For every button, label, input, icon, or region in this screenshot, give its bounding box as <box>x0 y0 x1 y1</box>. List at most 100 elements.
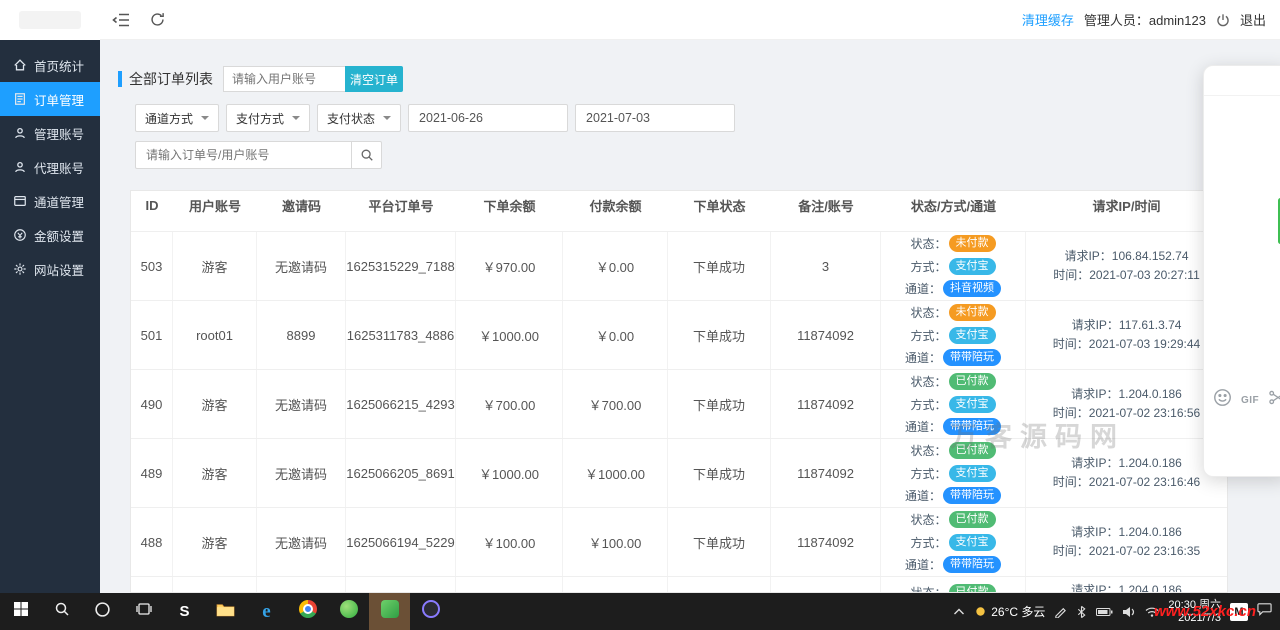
cell-order-amount <box>456 577 563 592</box>
sidebar-item-agent-accounts[interactable]: 代理账号 <box>0 150 100 184</box>
status-badge: 未付款 <box>948 303 996 321</box>
cell-paid-amount: ￥0.00 <box>563 232 668 300</box>
sidebar-item-site-settings[interactable]: 网站设置 <box>0 252 100 286</box>
taskbar-app-edge[interactable]: e <box>246 593 287 630</box>
pay-status-select[interactable]: 支付状态 <box>317 104 402 132</box>
status-badge: 已付款 <box>948 584 996 592</box>
date-end-input[interactable] <box>575 104 736 132</box>
windows-start-icon <box>13 601 29 622</box>
status-badge: 未付款 <box>948 234 996 252</box>
cell-paid-amount: ￥0.00 <box>563 301 668 369</box>
chat-toolbar: GIF <box>1204 388 1280 412</box>
cell-order-amount: ￥100.00 <box>456 508 563 576</box>
notification-center-icon[interactable] <box>1257 602 1272 621</box>
search-button[interactable] <box>352 141 382 169</box>
stylus-icon[interactable] <box>1054 605 1067 618</box>
money-icon <box>13 228 27 242</box>
cell-invite-code: 无邀请码 <box>257 232 346 300</box>
method-badge: 支付宝 <box>948 533 996 551</box>
taskbar-app-app-dark[interactable] <box>410 593 451 630</box>
taskbar-app-chrome[interactable] <box>287 593 328 630</box>
search-icon <box>361 149 373 161</box>
cell-ip-time: 请求IP：1.204.0.186 时间：2021-07-02 23:16:56 <box>1052 387 1201 420</box>
user-icon <box>13 160 27 174</box>
cell-invite-code: 无邀请码 <box>257 439 346 507</box>
taskbar-app-app-green[interactable] <box>369 593 410 630</box>
battery-icon[interactable] <box>1096 607 1113 617</box>
taskbar-app-browser-green[interactable] <box>328 593 369 630</box>
title-accent-bar <box>118 71 122 87</box>
app-dark-icon <box>421 600 440 623</box>
account-search-input[interactable] <box>223 66 345 92</box>
table-row: 状态： 已付款 请求IP：1.204.0.186 <box>131 576 1227 592</box>
cell-invite-code: 无邀请码 <box>257 508 346 576</box>
taskbar-app-search[interactable] <box>41 593 82 630</box>
channel-icon <box>13 194 27 208</box>
order-search-input[interactable] <box>135 141 352 169</box>
cell-status-method-channel: 状态： 已付款 <box>881 577 1026 592</box>
cell-paid-amount <box>563 577 668 592</box>
cell-order-amount: ￥700.00 <box>456 370 563 438</box>
topbar: 清理缓存 管理人员：admin123 退出 <box>0 0 1280 40</box>
power-icon[interactable] <box>1216 13 1230 27</box>
clear-cache-link[interactable]: 清理缓存 <box>1022 10 1074 29</box>
app-green-icon <box>380 600 399 623</box>
cell-order-no: 1625315229_7188 <box>346 232 456 300</box>
cell-id: 490 <box>131 370 173 438</box>
taskbar-app-task-view[interactable] <box>123 593 164 630</box>
channel-method-select[interactable]: 通道方式 <box>135 104 220 132</box>
cell-remark: 11874092 <box>771 439 881 507</box>
cell-order-status: 下单成功 <box>668 439 771 507</box>
cell-status-method-channel: 状态： 未付款 方式： 支付宝 通道： 带带陪玩 <box>881 301 1026 369</box>
column-header: 下单状态 <box>693 198 746 214</box>
table-header-row: ID 用户账号 邀请码 平台订单号 下单余额 付款余额 下单状态 备注/账号 状态/方式/通道 请… <box>131 191 1227 219</box>
table-row: 501 root01 8899 1625311783_4886 ￥1000.00… <box>131 300 1227 369</box>
weather-widget[interactable]: 26°C 多云 <box>974 603 1045 620</box>
column-header: 付款余额 <box>589 198 642 214</box>
logout-button[interactable]: 退出 <box>1240 10 1266 29</box>
sidebar-item-order-management[interactable]: 订单管理 <box>0 82 100 116</box>
taskbar-app-file-explorer[interactable] <box>205 593 246 630</box>
browser-green-icon <box>339 600 358 623</box>
channel-badge: 带带陪玩 <box>943 556 1001 574</box>
network-icon[interactable] <box>1145 606 1159 618</box>
column-header: 平台订单号 <box>368 198 434 214</box>
cell-user-account: 游客 <box>173 370 257 438</box>
taskbar-app-cortana[interactable] <box>82 593 123 630</box>
refresh-icon[interactable] <box>150 12 165 27</box>
cell-invite-code <box>257 577 346 592</box>
cell-order-status: 下单成功 <box>668 301 771 369</box>
table-row: 488 游客 无邀请码 1625066194_5229 ￥100.00 ￥100… <box>131 507 1227 576</box>
table-body: 503 游客 无邀请码 1625315229_7188 ￥970.00 ￥0.0… <box>131 231 1227 592</box>
emoji-icon[interactable] <box>1213 388 1232 412</box>
collapse-menu-icon[interactable] <box>112 13 130 27</box>
sidebar-item-home-stats[interactable]: 首页统计 <box>0 48 100 82</box>
taskbar-app-windows-start[interactable] <box>0 593 41 630</box>
date-start-input[interactable] <box>408 104 569 132</box>
ime-icon[interactable]: M <box>1230 602 1248 621</box>
pay-method-select[interactable]: 支付方式 <box>226 104 311 132</box>
sun-icon <box>976 607 985 616</box>
bluetooth-icon[interactable] <box>1076 605 1087 619</box>
sidebar-item-admin-accounts[interactable]: 管理账号 <box>0 116 100 150</box>
cell-order-status: 下单成功 <box>668 508 771 576</box>
cell-remark: 11874092 <box>771 508 881 576</box>
cell-status-method-channel: 状态： 未付款 方式： 支付宝 通道： 抖音视频 <box>881 232 1026 300</box>
gif-icon[interactable]: GIF <box>1241 395 1259 406</box>
taskbar-app-snagit[interactable]: S <box>164 593 205 630</box>
cell-user-account: 游客 <box>173 232 257 300</box>
cell-ip-time: 请求IP：1.204.0.186 时间：2021-07-02 23:16:46 <box>1052 456 1201 489</box>
taskbar-apps: Se <box>0 593 451 630</box>
screenshot-scissors-icon[interactable] <box>1268 389 1280 411</box>
column-header: 状态/方式/通道 <box>910 198 997 214</box>
volume-icon[interactable] <box>1122 606 1136 618</box>
hidden-icons-chevron[interactable] <box>953 603 965 621</box>
chevron-down-icon <box>383 116 392 124</box>
taskbar-clock[interactable]: 20:30 周六 2021/7/3 <box>1168 599 1221 625</box>
column-header: 下单余额 <box>483 198 536 214</box>
clear-orders-button[interactable]: 清空订单 <box>345 66 403 92</box>
sidebar-item-channel-management[interactable]: 通道管理 <box>0 184 100 218</box>
cell-order-amount: ￥1000.00 <box>456 301 563 369</box>
page-title: 全部订单列表 <box>129 71 213 87</box>
sidebar-item-amount-settings[interactable]: 金额设置 <box>0 218 100 252</box>
